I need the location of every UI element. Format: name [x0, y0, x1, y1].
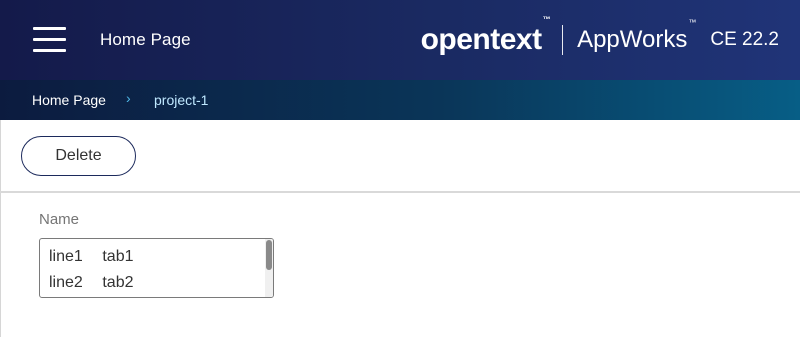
page-title: Home Page: [100, 30, 191, 49]
product-name: AppWorks™: [577, 18, 696, 54]
name-textarea[interactable]: line1 tab1 line2 tab2: [39, 238, 274, 298]
breadcrumb-current: project-1: [154, 92, 209, 108]
trademark-mark: ™: [542, 15, 551, 24]
menu-bar: [33, 49, 66, 52]
textarea-line: line2 tab2: [49, 274, 134, 291]
delete-button[interactable]: Delete: [21, 136, 136, 176]
product-name-text: AppWorks: [577, 26, 688, 53]
opentext-logo: opentext™: [420, 15, 551, 57]
menu-bar: [33, 38, 66, 41]
brand-logo: opentext™ AppWorks™ CE 22.2: [420, 15, 779, 58]
product-version: CE 22.2: [710, 29, 779, 50]
name-field-label: Name: [39, 211, 80, 228]
brand-divider: [562, 25, 564, 55]
name-textarea-content[interactable]: line1 tab1 line2 tab2: [49, 244, 133, 296]
hamburger-menu-icon[interactable]: [33, 27, 66, 53]
product-trademark-mark: ™: [688, 18, 697, 27]
breadcrumb-home-link[interactable]: Home Page: [32, 92, 106, 108]
breadcrumb: Home Page › project-1: [0, 80, 800, 120]
scrollbar-thumb[interactable]: [266, 240, 272, 270]
menu-bar: [33, 27, 66, 30]
opentext-logo-text: opentext: [420, 23, 543, 56]
textarea-line: line1 tab1: [49, 248, 134, 265]
textarea-scrollbar[interactable]: [265, 239, 273, 297]
chevron-right-icon: ›: [126, 90, 131, 106]
app-header: Home Page opentext™ AppWorks™ CE 22.2: [0, 0, 800, 80]
